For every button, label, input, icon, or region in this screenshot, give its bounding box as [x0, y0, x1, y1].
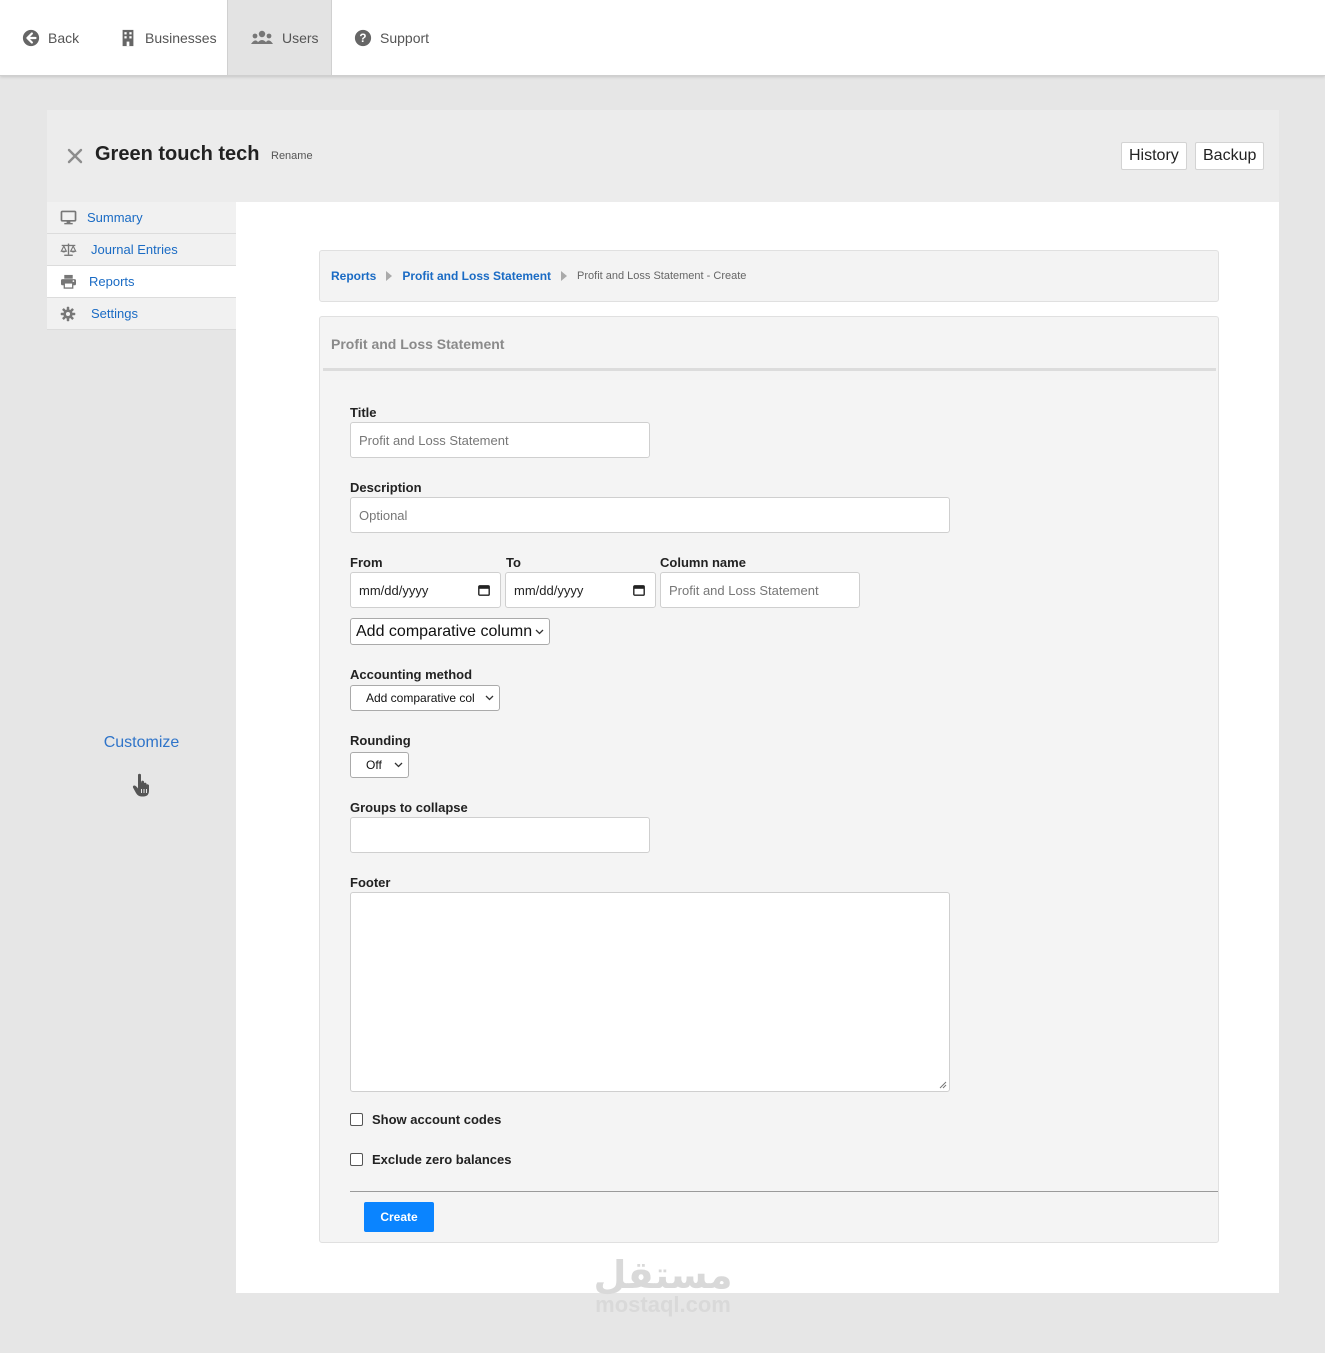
chevron-down-icon: [535, 629, 544, 634]
to-date-value: mm/dd/yyyy: [514, 582, 584, 598]
resize-handle-icon[interactable]: [939, 1081, 947, 1089]
monitor-icon: [59, 210, 77, 226]
accounting-method-value: Add comparative col: [366, 691, 475, 705]
users-icon: [250, 29, 274, 47]
top-navigation: Back Businesses Users ? Support: [0, 0, 1325, 76]
accounting-method-label: Accounting method: [350, 667, 473, 682]
description-placeholder: Optional: [359, 507, 408, 523]
sidebar-item-journal-entries[interactable]: Journal Entries: [47, 234, 236, 266]
rounding-select[interactable]: Off: [350, 752, 409, 778]
chevron-down-icon: [394, 762, 403, 768]
nav-back-label: Back: [48, 29, 80, 46]
form-title: Profit and Loss Statement: [331, 336, 505, 352]
to-label: To: [506, 555, 521, 570]
to-date-input[interactable]: mm/dd/yyyy: [505, 572, 656, 608]
divider: [350, 1191, 1218, 1192]
breadcrumb-current: Profit and Loss Statement - Create: [577, 270, 747, 282]
exclude-zero-balances-label[interactable]: Exclude zero balances: [372, 1152, 511, 1167]
footer-label: Footer: [350, 875, 391, 890]
sidebar-item-settings[interactable]: Settings: [47, 298, 236, 330]
divider: [323, 368, 1216, 371]
calendar-icon[interactable]: [633, 584, 645, 596]
customize-link[interactable]: Customize: [47, 734, 236, 752]
printer-icon: [59, 274, 77, 290]
sidebar-item-label: Settings: [91, 306, 138, 321]
breadcrumb-reports[interactable]: Reports: [331, 269, 376, 283]
footer-textarea[interactable]: [350, 892, 950, 1092]
nav-support-label: Support: [380, 29, 430, 46]
backup-button[interactable]: Backup: [1195, 142, 1265, 170]
caret-right-icon: [561, 271, 568, 281]
title-label: Title: [350, 405, 377, 420]
sidebar-item-label: Journal Entries: [91, 242, 178, 257]
scale-icon: [59, 242, 77, 258]
nav-businesses-label: Businesses: [145, 29, 217, 46]
breadcrumb-profit-and-loss[interactable]: Profit and Loss Statement: [402, 269, 551, 283]
close-icon[interactable]: [66, 147, 84, 165]
sidebar-item-label: Reports: [89, 274, 135, 289]
show-account-codes-label[interactable]: Show account codes: [372, 1112, 501, 1127]
nav-back[interactable]: Back: [0, 0, 101, 75]
add-comparative-column-value: Add comparative column: [356, 622, 533, 640]
rounding-label: Rounding: [350, 733, 411, 748]
title-input[interactable]: Profit and Loss Statement: [350, 422, 650, 458]
nav-businesses[interactable]: Businesses: [101, 0, 227, 75]
watermark: مستقل mostaql.com: [582, 1256, 744, 1316]
add-comparative-column-select[interactable]: Add comparative column: [350, 618, 550, 645]
nav-users[interactable]: Users: [227, 0, 332, 75]
question-circle-icon: ?: [354, 29, 372, 47]
arrow-left-circle-icon: [22, 29, 40, 47]
rename-link[interactable]: Rename: [271, 150, 313, 162]
history-button[interactable]: History: [1121, 142, 1187, 170]
watermark-latin: mostaql.com: [595, 1292, 731, 1317]
accounting-method-select[interactable]: Add comparative col: [350, 685, 500, 711]
gear-icon: [59, 306, 77, 322]
from-date-input[interactable]: mm/dd/yyyy: [350, 572, 501, 608]
sidebar-item-reports[interactable]: Reports: [47, 266, 236, 298]
column-name-input[interactable]: Profit and Loss Statement: [660, 572, 860, 608]
title-value: Profit and Loss Statement: [359, 432, 509, 448]
nav-support[interactable]: ? Support: [332, 0, 442, 75]
building-icon: [119, 29, 137, 47]
from-date-value: mm/dd/yyyy: [359, 582, 429, 598]
caret-right-icon: [386, 271, 393, 281]
column-name-placeholder: Profit and Loss Statement: [669, 582, 819, 598]
pointing-hand-icon[interactable]: [130, 772, 154, 798]
groups-to-collapse-input[interactable]: [350, 817, 650, 853]
exclude-zero-balances-checkbox[interactable]: [350, 1153, 363, 1166]
sidebar-item-label: Summary: [87, 210, 143, 225]
breadcrumb: Reports Profit and Loss Statement Profit…: [319, 250, 1219, 302]
rounding-value: Off: [366, 758, 382, 772]
chevron-down-icon: [485, 695, 494, 701]
nav-users-label: Users: [282, 29, 319, 46]
business-name: Green touch tech: [95, 143, 260, 165]
show-account-codes-checkbox[interactable]: [350, 1113, 363, 1126]
description-input[interactable]: Optional: [350, 497, 950, 533]
sidebar: Summary Journal Entries Reports Settings: [47, 202, 236, 330]
groups-to-collapse-label: Groups to collapse: [350, 800, 468, 815]
business-header: Green touch tech Rename History Backup: [47, 110, 1279, 202]
watermark-arabic: مستقل: [593, 1253, 733, 1297]
create-button[interactable]: Create: [364, 1202, 434, 1232]
calendar-icon[interactable]: [478, 584, 490, 596]
column-name-label: Column name: [660, 555, 746, 570]
main-content: Reports Profit and Loss Statement Profit…: [236, 202, 1279, 1293]
svg-text:?: ?: [359, 32, 366, 45]
from-label: From: [350, 555, 383, 570]
report-form: Profit and Loss Statement Title Profit a…: [319, 316, 1219, 1243]
description-label: Description: [350, 480, 422, 495]
sidebar-item-summary[interactable]: Summary: [47, 202, 236, 234]
